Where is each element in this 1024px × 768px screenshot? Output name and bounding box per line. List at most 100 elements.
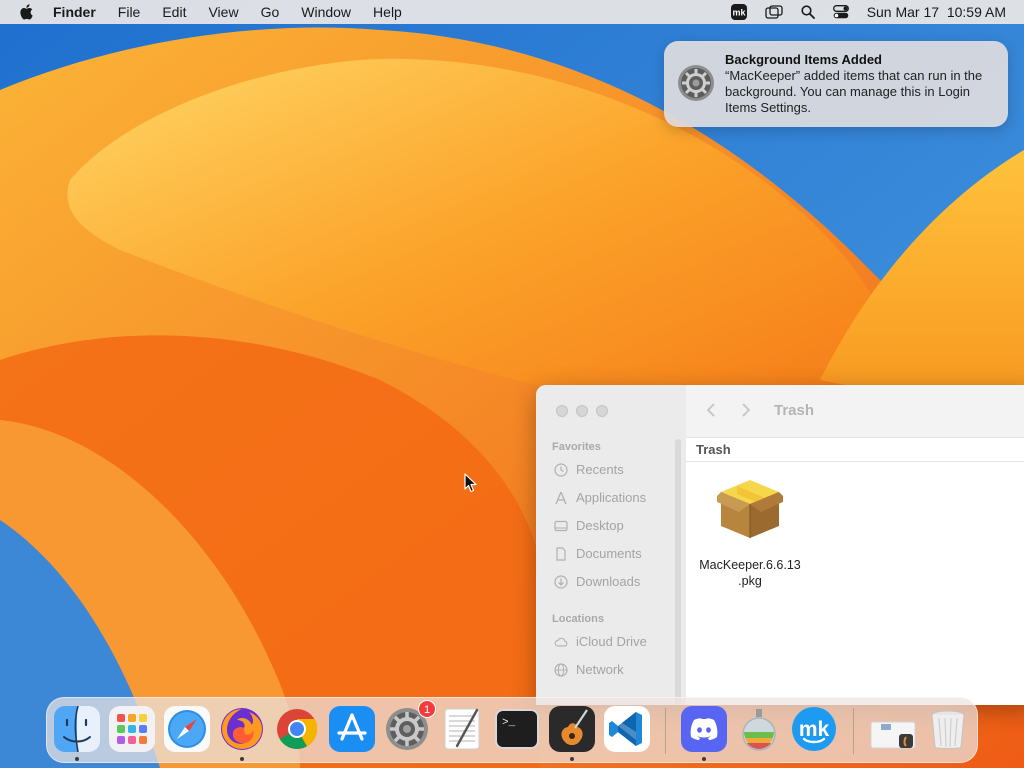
dock-system-settings[interactable]: 1 (384, 700, 436, 752)
dock-discord[interactable] (681, 706, 727, 752)
window-title: Trash (774, 402, 815, 419)
dock-safari[interactable] (164, 706, 210, 752)
terminal-prompt: >_ (502, 717, 516, 729)
sidebar-item-applications[interactable]: Applications (554, 490, 646, 505)
file-name: MacKeeper.6.6.13 .pkg (699, 558, 801, 588)
firefox-icon (221, 708, 263, 750)
applications-icon (554, 491, 568, 505)
notification-badge: 1 (418, 700, 436, 718)
running-indicator (75, 757, 79, 761)
menu-help[interactable]: Help (373, 0, 402, 24)
vscode-icon (604, 706, 650, 752)
sidebar-favorites-header: Favorites (552, 441, 601, 453)
running-indicator (240, 757, 244, 761)
sidebar-item-recents[interactable]: Recents (554, 462, 624, 477)
menu-file[interactable]: File (118, 0, 141, 24)
sidebar-item-label: Applications (576, 490, 647, 505)
finder-icon (54, 705, 100, 753)
menu-edit[interactable]: Edit (162, 0, 186, 24)
background-items-notification[interactable]: Background Items Added “MacKeeper” added… (664, 41, 1008, 127)
dock-downloads-stack[interactable] (867, 706, 916, 752)
launchpad-icon (109, 706, 155, 752)
menu-view[interactable]: View (208, 0, 238, 24)
textedit-icon (444, 708, 480, 750)
package-icon (713, 480, 787, 538)
finder-location-header: Trash (686, 438, 1024, 462)
installer-icon (742, 709, 776, 751)
sidebar-item-desktop[interactable]: Desktop (554, 518, 624, 533)
running-indicator (702, 757, 706, 761)
document-icon (554, 546, 568, 561)
discord-icon (681, 706, 727, 752)
spotlight-search-icon[interactable] (801, 5, 815, 19)
sidebar-item-label: Desktop (576, 518, 624, 533)
download-icon (554, 574, 568, 589)
screen-mirroring-icon[interactable] (765, 5, 783, 19)
menu-go[interactable]: Go (261, 0, 280, 24)
zoom-window-button[interactable] (596, 405, 608, 417)
mouse-cursor (464, 473, 477, 493)
sidebar-item-documents[interactable]: Documents (554, 546, 642, 561)
sidebar-item-label: Downloads (576, 574, 641, 589)
sidebar-item-icloud-drive[interactable]: iCloud Drive (554, 634, 647, 649)
dock-app-store[interactable] (329, 706, 375, 752)
terminal-icon: >_ (495, 709, 539, 749)
dock-installer[interactable] (736, 706, 782, 752)
menu-bar-status-area: mk Sun Mar 17 10:59 AM (713, 0, 1006, 24)
finder-toolbar: Trash (686, 385, 1024, 438)
minimize-window-button[interactable] (576, 405, 588, 417)
control-center-icon[interactable] (832, 5, 849, 19)
finder-window[interactable]: Favorites Recents Applications Desktop D… (536, 385, 1024, 705)
sidebar-scrollbar[interactable] (675, 439, 681, 705)
menu-bar: Finder File Edit View Go Window Help mk … (0, 0, 1024, 24)
dock-trash[interactable] (925, 706, 971, 752)
chevron-left-icon (706, 403, 715, 417)
location-label: Trash (696, 442, 731, 457)
dock-terminal[interactable]: >_ (494, 706, 540, 752)
svg-text:mk: mk (799, 718, 830, 741)
mackeeper-menu-icon[interactable]: mk (730, 4, 747, 20)
sidebar-item-label: Recents (576, 462, 624, 477)
dock-mackeeper[interactable]: mk (791, 706, 837, 752)
sidebar-item-label: Network (576, 662, 624, 677)
dock-vscode[interactable] (604, 706, 650, 752)
sidebar-item-label: Documents (576, 546, 642, 561)
back-button[interactable] (706, 402, 716, 423)
dock-finder[interactable] (54, 705, 100, 753)
sidebar-item-network[interactable]: Network (554, 662, 624, 677)
notification-body: “MacKeeper” added items that can run in … (725, 68, 983, 115)
safari-icon (164, 706, 210, 752)
chrome-icon (277, 709, 318, 749)
menu-app-name[interactable]: Finder (53, 0, 96, 24)
desktop-icon (554, 519, 568, 533)
sidebar-item-downloads[interactable]: Downloads (554, 574, 640, 589)
dock-garageband[interactable] (549, 706, 595, 752)
dock-separator (853, 708, 854, 754)
dock-chrome[interactable] (274, 706, 320, 752)
menu-window[interactable]: Window (301, 0, 351, 24)
forward-button[interactable] (741, 402, 751, 423)
notification-title: Background Items Added (725, 52, 882, 67)
dock: 1 >_ mk (46, 697, 978, 763)
sidebar-locations-header: Locations (552, 613, 604, 625)
close-window-button[interactable] (556, 405, 568, 417)
running-indicator (570, 757, 574, 761)
dock-firefox[interactable] (219, 706, 265, 752)
downloads-stack-icon (870, 721, 916, 749)
dock-launchpad[interactable] (109, 706, 155, 752)
globe-icon (554, 662, 568, 677)
dock-textedit[interactable] (439, 706, 485, 752)
garageband-icon (549, 706, 595, 752)
clock-icon (554, 462, 568, 477)
sidebar-item-label: iCloud Drive (576, 634, 647, 649)
finder-content-area[interactable]: MacKeeper.6.6.13 .pkg (686, 462, 1024, 705)
menu-bar-clock[interactable]: Sun Mar 17 10:59 AM (867, 4, 1006, 20)
mackeeper-icon: mk (792, 707, 836, 751)
file-item-mackeeper-pkg[interactable]: MacKeeper.6.6.13 .pkg (698, 476, 802, 589)
apple-menu-icon[interactable] (19, 4, 33, 20)
chevron-right-icon (742, 403, 751, 417)
app-store-icon (329, 706, 375, 752)
svg-text:mk: mk (732, 8, 746, 18)
trash-icon (931, 710, 965, 749)
dock-separator (665, 708, 666, 754)
